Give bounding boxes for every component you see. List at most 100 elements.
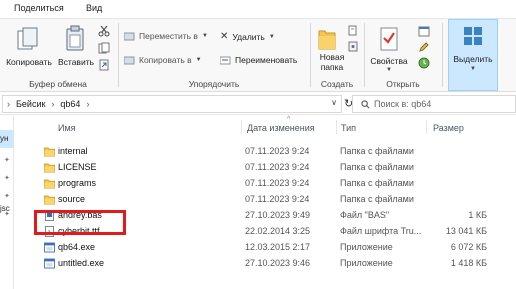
ribbon-tabs: Поделиться Вид xyxy=(0,0,516,18)
copy-path-button[interactable] xyxy=(98,42,112,56)
chevron-down-icon: ▼ xyxy=(201,33,208,39)
breadcrumb-beysik[interactable]: Бейсик xyxy=(16,99,45,109)
address-dropdown-icon[interactable]: ∨ xyxy=(331,98,337,107)
group-open-label: Открыть xyxy=(386,79,420,89)
navigation-pane: ун ✦ ✦ ✦ ✦ jsc xyxy=(0,116,14,289)
nav-item-2[interactable]: jsc xyxy=(0,204,10,213)
application-icon xyxy=(44,258,55,269)
new-folder-button[interactable]: Новая папка xyxy=(312,23,352,77)
file-row[interactable]: untitled.exe 27.10.2023 9:46 Приложение 1 4… xyxy=(15,256,516,272)
group-clipboard-label: Буфер обмена xyxy=(29,79,87,89)
file-type: Папка с файлами xyxy=(340,194,414,204)
rename-label: Переименовать xyxy=(235,55,298,65)
column-divider xyxy=(336,120,337,134)
ribbon-separator xyxy=(310,23,311,87)
file-row[interactable]: programs 07.11.2023 9:24 Папка с файлами xyxy=(15,176,516,192)
file-type: Файл шрифта Tru... xyxy=(340,226,422,236)
new-item-button[interactable] xyxy=(348,25,360,37)
easy-access-button[interactable] xyxy=(348,41,360,53)
copy-to-icon xyxy=(124,56,135,64)
chevron-down-icon: ▼ xyxy=(386,67,392,73)
tab-share[interactable]: Поделиться xyxy=(14,3,64,13)
file-date-modified: 27.10.2023 9:46 xyxy=(245,258,311,268)
copy-path-icon xyxy=(98,42,110,54)
delete-label: Удалить xyxy=(232,31,265,42)
file-type: Файл "BAS" xyxy=(340,210,390,220)
group-create-label: Создать xyxy=(320,79,354,89)
new-folder-icon xyxy=(318,30,336,50)
file-date-modified: 07.11.2023 9:24 xyxy=(245,146,310,156)
copy-button[interactable]: Копировать xyxy=(6,25,52,75)
file-name: qb64.exe xyxy=(58,242,96,252)
open-actions-stack xyxy=(414,25,436,77)
file-name: programs xyxy=(58,178,97,188)
move-to-button[interactable]: Переместить в ▼ xyxy=(124,31,208,41)
column-header-type[interactable]: Тип xyxy=(341,123,356,133)
scissors-icon xyxy=(98,25,110,37)
file-type: Папка с файлами xyxy=(340,162,414,172)
open-file-icon[interactable] xyxy=(418,25,430,37)
file-type: Приложение xyxy=(340,258,393,268)
ribbon: Копировать Вставить Буфер обмена Перемес… xyxy=(0,18,516,92)
group-organize-label: Упорядочить xyxy=(188,79,240,89)
properties-button[interactable]: Свойства ▼ xyxy=(368,23,410,77)
column-divider xyxy=(426,120,427,134)
file-date-modified: 07.11.2023 9:24 xyxy=(245,162,310,172)
application-icon xyxy=(44,242,55,253)
paste-shortcut-button[interactable] xyxy=(98,59,112,73)
rename-button[interactable]: Переименовать xyxy=(220,55,297,65)
edit-icon[interactable] xyxy=(418,41,430,53)
address-bar[interactable]: › Бейсик › qb64 › ∨ xyxy=(2,95,342,113)
select-button[interactable]: Выделить ▼ xyxy=(448,19,498,91)
file-row[interactable]: qb64.exe 12.03.2015 2:17 Приложение 6 072 К… xyxy=(15,240,516,256)
nav-item-1[interactable]: ун xyxy=(0,134,8,143)
file-row[interactable]: source 07.11.2023 9:24 Папка с файлами xyxy=(15,192,516,208)
column-header-size[interactable]: Размер xyxy=(433,123,464,133)
folder-icon xyxy=(44,194,55,205)
chevron-right-icon: › xyxy=(7,99,10,109)
rename-icon xyxy=(220,56,231,64)
copy-to-button[interactable]: Копировать в ▼ xyxy=(124,55,202,65)
copy-label: Копировать xyxy=(6,57,52,67)
select-grid-icon xyxy=(464,27,482,45)
properties-icon xyxy=(380,27,398,51)
column-header-date[interactable]: Дата изменения xyxy=(247,123,315,133)
file-size: 6 072 КБ xyxy=(450,242,487,252)
breadcrumb-qb64[interactable]: qb64 xyxy=(60,99,80,109)
folder-icon xyxy=(44,146,55,157)
chevron-down-icon: ▼ xyxy=(268,33,275,40)
file-date-modified: 22.02.2014 3:25 xyxy=(245,226,311,236)
chevron-right-icon: › xyxy=(86,99,90,109)
file-name: LICENSE xyxy=(58,162,97,172)
search-icon xyxy=(361,99,370,108)
paste-button[interactable]: Вставить xyxy=(58,25,94,75)
chevron-right-icon: › xyxy=(51,99,55,109)
column-divider xyxy=(241,120,242,134)
ribbon-separator xyxy=(442,23,443,87)
highlight-box xyxy=(34,210,126,235)
copy-icon xyxy=(17,27,38,50)
history-icon[interactable] xyxy=(418,57,430,69)
file-date-modified: 12.03.2015 2:17 xyxy=(245,242,311,252)
file-type: Приложение xyxy=(340,242,393,252)
chevron-down-icon: ▼ xyxy=(195,57,202,63)
delete-icon: ✕ xyxy=(220,31,229,42)
search-input[interactable]: Поиск в: qb64 xyxy=(352,95,516,113)
file-size: 1 418 КБ xyxy=(450,258,487,268)
search-placeholder: Поиск в: qb64 xyxy=(374,99,432,109)
file-row[interactable]: LICENSE 07.11.2023 9:24 Папка с файлами xyxy=(15,160,516,176)
file-row[interactable]: internal 07.11.2023 9:24 Папка с файлами xyxy=(15,144,516,160)
paste-shortcut-icon xyxy=(99,59,109,71)
folder-icon xyxy=(44,178,55,189)
cut-button[interactable] xyxy=(98,25,112,39)
new-item-icon xyxy=(348,25,357,36)
pin-icon: ✦ xyxy=(4,157,10,164)
copy-to-label: Копировать в xyxy=(139,55,192,65)
new-folder-label-2: папка xyxy=(320,62,344,72)
column-header-name[interactable]: Имя xyxy=(58,123,76,133)
delete-button[interactable]: ✕ Удалить ▼ xyxy=(220,31,275,42)
easy-access-icon xyxy=(348,41,358,52)
properties-label: Свойства xyxy=(370,56,408,66)
tab-view[interactable]: Вид xyxy=(86,3,102,13)
file-list: ^ Имя Дата изменения Тип Размер internal… xyxy=(15,116,516,289)
